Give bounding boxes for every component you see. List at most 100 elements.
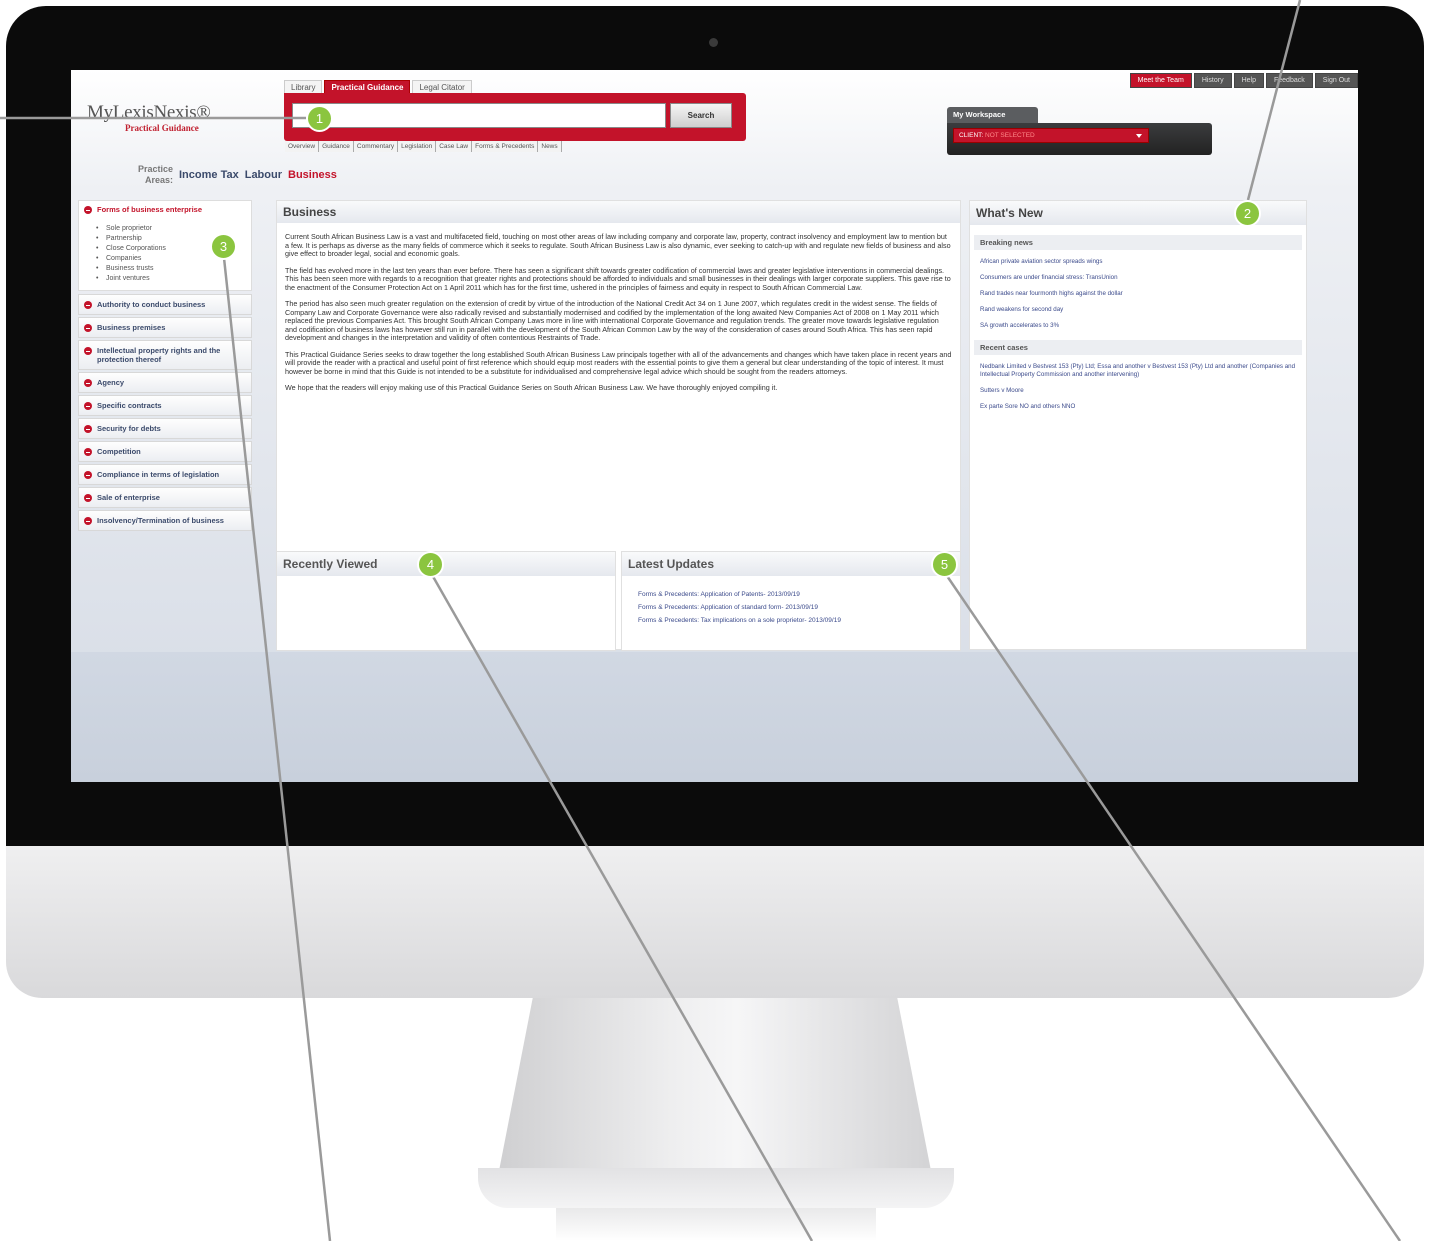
top-right-menu: Meet the Team History Help Feedback Sign…: [1129, 73, 1358, 88]
expand-icon: [84, 402, 92, 410]
sidebar-item[interactable]: Competition: [78, 441, 252, 462]
logo[interactable]: MyLexisNexis® Practical Guidance: [87, 102, 211, 133]
latest-updates-title: Latest Updates: [622, 552, 960, 576]
camera-icon: [709, 38, 718, 47]
practice-area-labour[interactable]: Labour: [245, 169, 282, 181]
search-button[interactable]: Search: [670, 103, 732, 128]
overview-paragraph: This Practical Guidance Series seeks to …: [285, 349, 952, 376]
expand-icon: [84, 517, 92, 525]
sidebar-item[interactable]: Intellectual property rights and the pro…: [78, 340, 252, 370]
monitor-shadow: [556, 1208, 876, 1241]
list-item[interactable]: Forms & Precedents: Tax implications on …: [638, 614, 960, 627]
overview-paragraph: We hope that the readers will enjoy maki…: [285, 383, 778, 392]
sidebar-item-label: Competition: [97, 447, 141, 456]
expand-icon: [84, 347, 92, 355]
sidebar-item[interactable]: Insolvency/Termination of business: [78, 510, 252, 531]
sidebar-subitem[interactable]: Business trusts: [96, 264, 246, 274]
subnav-guidance[interactable]: Guidance: [319, 141, 354, 152]
case-link[interactable]: Ex parte Sore NO and others NNO: [980, 403, 1296, 411]
sidebar-item-label: Compliance in terms of legislation: [97, 470, 220, 479]
news-link[interactable]: Rand trades near fourmonth highs against…: [980, 290, 1296, 298]
case-link[interactable]: Sutters v Moore: [980, 387, 1296, 395]
client-select[interactable]: CLIENT: NOT SELECTED: [953, 128, 1149, 143]
subnav-commentary[interactable]: Commentary: [353, 141, 399, 152]
subnav-legislation[interactable]: Legislation: [398, 141, 437, 152]
client-value: NOT SELECTED: [985, 132, 1035, 139]
list-item[interactable]: Forms & Precedents: Application of Paten…: [638, 588, 960, 601]
sidebar-item[interactable]: Specific contracts: [78, 395, 252, 416]
subnav-overview[interactable]: Overview: [285, 141, 320, 152]
monitor-stand: [498, 998, 932, 1176]
subnav-case-law[interactable]: Case Law: [436, 141, 473, 152]
sidebar-item-forms-of-business[interactable]: Forms of business enterprise: [84, 205, 246, 214]
recently-viewed-panel: Recently Viewed: [276, 551, 616, 651]
latest-updates-list: Forms & Precedents: Application of Paten…: [622, 576, 960, 627]
meet-the-team-button[interactable]: Meet the Team: [1129, 73, 1192, 88]
sidebar-item-label: Authority to conduct business: [97, 300, 206, 309]
history-button[interactable]: History: [1193, 73, 1232, 88]
logo-sub: Practical Guidance: [125, 123, 199, 133]
my-workspace-tab[interactable]: My Workspace: [947, 107, 1038, 123]
sidebar-item[interactable]: Business premises: [78, 317, 252, 338]
sidebar-subitem[interactable]: Joint ventures: [96, 274, 246, 284]
sidebar-item[interactable]: Authority to conduct business: [78, 294, 252, 315]
sidebar-item-label: Sale of enterprise: [97, 493, 160, 502]
callout-marker-2: 2: [1234, 200, 1261, 227]
expand-icon: [84, 379, 92, 387]
stage: MyLexisNexis® Practical Guidance Library…: [0, 0, 1430, 1241]
subnav-forms-precedents[interactable]: Forms & Precedents: [472, 141, 539, 152]
news-link[interactable]: SA growth accelerates to 3%: [980, 322, 1296, 330]
sidebar-item-label: Agency: [97, 378, 125, 387]
tab-library[interactable]: Library: [284, 80, 323, 94]
content-type-nav: Overview Guidance Commentary Legislation…: [285, 141, 562, 152]
case-link[interactable]: Nedbank Limited v Bestvest 153 (Pty) Ltd…: [980, 363, 1296, 379]
tab-legal-citator[interactable]: Legal Citator: [412, 80, 472, 94]
practice-area-income-tax[interactable]: Income Tax: [179, 169, 239, 181]
search-input[interactable]: [292, 103, 666, 128]
sidebar-item[interactable]: Security for debts: [78, 418, 252, 439]
screen-background: [71, 652, 1358, 782]
expand-icon: [84, 448, 92, 456]
news-link[interactable]: Rand weakens for second day: [980, 306, 1296, 314]
news-link[interactable]: Consumers are under financial stress: Tr…: [980, 274, 1296, 282]
sidebar-item-label: Business premises: [97, 323, 166, 332]
subnav-news[interactable]: News: [538, 141, 562, 152]
sidebar-item-label: Security for debts: [97, 424, 161, 433]
callout-marker-5: 5: [931, 551, 958, 578]
expand-icon: [84, 471, 92, 479]
whats-new-panel: What's New Breaking news African private…: [969, 200, 1307, 650]
monitor-chin: [6, 846, 1424, 998]
search-panel: Search: [284, 93, 746, 141]
my-workspace-bar: CLIENT: NOT SELECTED: [947, 123, 1212, 155]
overview-paragraph: The period has also seen much greater re…: [285, 299, 939, 342]
sidebar-item[interactable]: Sale of enterprise: [78, 487, 252, 508]
help-button[interactable]: Help: [1233, 73, 1264, 88]
practice-area-business[interactable]: Business: [288, 169, 337, 181]
page-title: Business: [277, 201, 960, 223]
feedback-button[interactable]: Feedback: [1266, 73, 1313, 88]
list-item[interactable]: Forms & Precedents: Application of stand…: [638, 601, 960, 614]
callout-marker-1: 1: [306, 105, 333, 132]
sidebar-item-label: Insolvency/Termination of business: [97, 516, 224, 525]
logo-main: MyLexisNexis®: [87, 102, 211, 123]
expand-icon: [84, 494, 92, 502]
tab-practical-guidance[interactable]: Practical Guidance: [324, 80, 411, 94]
practice-areas: Practice Areas: Income Tax Labour Busine…: [119, 164, 337, 186]
expand-icon: [84, 301, 92, 309]
breaking-news-heading: Breaking news: [974, 235, 1302, 250]
recent-cases-list: Nedbank Limited v Bestvest 153 (Pty) Ltd…: [970, 355, 1306, 411]
latest-updates-panel: Latest Updates Forms & Precedents: Appli…: [621, 551, 961, 651]
sidebar-item-label: Forms of business enterprise: [97, 205, 203, 214]
sidebar-item[interactable]: Agency: [78, 372, 252, 393]
sidebar-item-label: Specific contracts: [97, 401, 162, 410]
recent-cases-heading: Recent cases: [974, 340, 1302, 355]
news-link[interactable]: African private aviation sector spreads …: [980, 258, 1296, 266]
callout-marker-4: 4: [417, 551, 444, 578]
expand-icon: [84, 425, 92, 433]
practice-areas-label: Practice Areas:: [137, 164, 173, 185]
callout-marker-3: 3: [210, 233, 237, 260]
sign-out-button[interactable]: Sign Out: [1314, 73, 1358, 88]
my-workspace: My Workspace CLIENT: NOT SELECTED: [947, 107, 1212, 155]
sidebar-item[interactable]: Compliance in terms of legislation: [78, 464, 252, 485]
expand-icon: [84, 324, 92, 332]
